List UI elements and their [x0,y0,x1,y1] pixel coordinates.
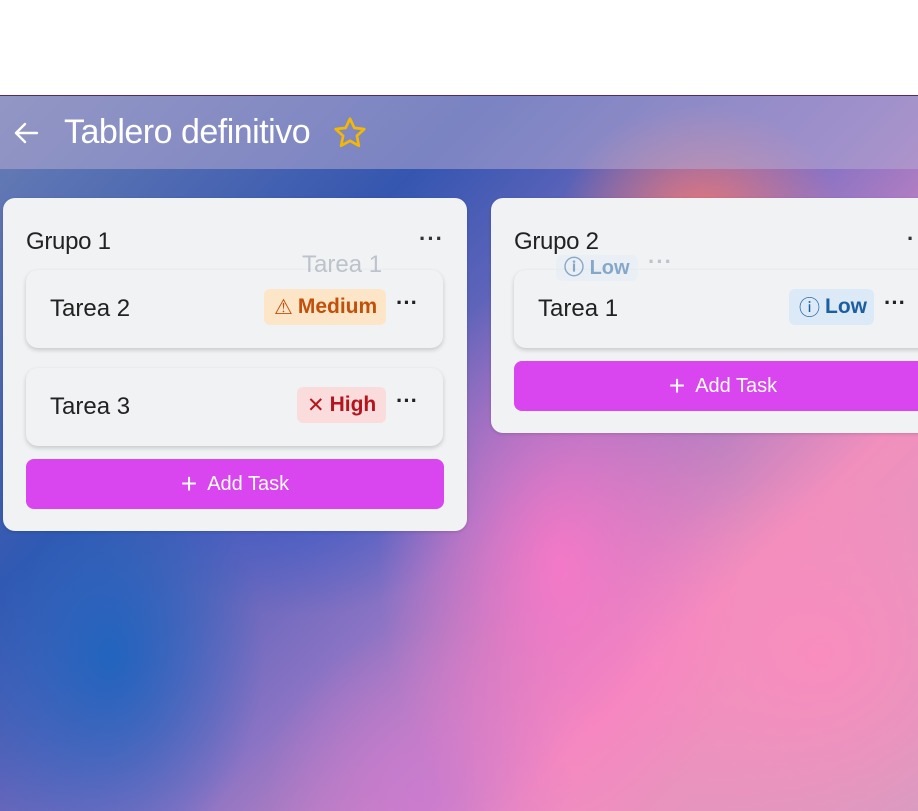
info-icon: ⓘ [799,297,820,320]
priority-label: Medium [297,295,378,318]
board-title: Tablero definitivo [64,113,311,151]
board-header: Tablero definitivo [0,96,918,169]
task-menu-button[interactable]: ··· [396,290,418,316]
task-card-tarea-1[interactable]: Tarea 1 ⓘ Low ··· [514,270,918,348]
task-title: Tarea 1 [538,295,619,322]
arrow-left-icon[interactable] [12,119,40,147]
task-menu-button[interactable]: ··· [884,290,906,316]
priority-badge-low: ⓘ Low [789,289,874,325]
column-menu-button[interactable]: · [907,226,915,252]
task-title: Tarea 2 [50,295,131,322]
priority-label: Low [825,295,867,318]
column-grupo-2: Grupo 2 · Tarea 1 ⓘ Low ··· + Add Task [491,198,918,433]
warning-icon: ⚠ [274,295,293,319]
column-menu-button[interactable]: ··· [419,226,444,252]
star-icon[interactable] [332,114,370,152]
board-canvas: Tablero definitivo Grupo 1 ··· Tarea 2 ⚠… [0,95,918,811]
priority-label: High [329,393,377,416]
task-card-tarea-2[interactable]: Tarea 2 ⚠ Medium ··· [26,270,443,348]
task-card-tarea-3[interactable]: Tarea 3 ✕ High ··· [26,368,443,446]
add-task-button[interactable]: + Add Task [514,361,918,411]
priority-badge-high: ✕ High [297,387,386,423]
x-icon: ✕ [307,393,325,417]
column-title: Grupo 2 [514,228,599,255]
plus-icon: + [668,370,686,401]
plus-icon: + [180,468,198,499]
add-task-button[interactable]: + Add Task [26,459,444,509]
add-task-label: Add Task [695,374,778,397]
task-menu-button[interactable]: ··· [396,388,418,414]
add-task-label: Add Task [207,472,290,495]
column-grupo-1: Grupo 1 ··· Tarea 2 ⚠ Medium ··· Tarea 3… [3,198,467,531]
priority-badge-medium: ⚠ Medium [264,289,386,325]
task-title: Tarea 3 [50,393,131,420]
column-title: Grupo 1 [26,228,111,255]
